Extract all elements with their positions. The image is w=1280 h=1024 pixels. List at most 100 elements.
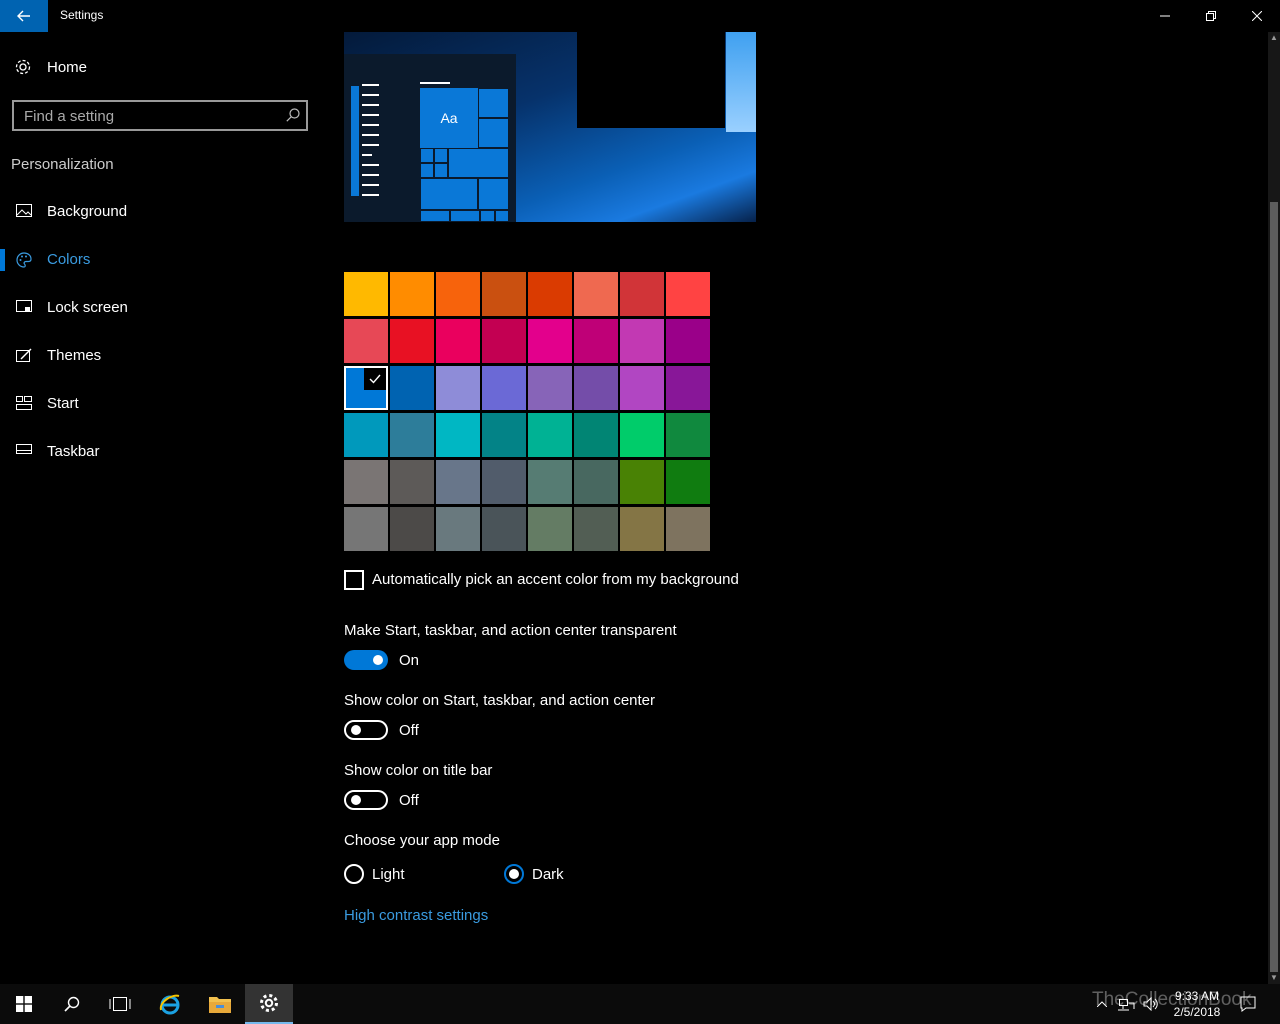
- color-swatch[interactable]: [344, 319, 388, 363]
- color-swatch[interactable]: [620, 413, 664, 457]
- scroll-thumb[interactable]: [1270, 202, 1278, 972]
- color-swatch[interactable]: [482, 319, 526, 363]
- taskbar-search-button[interactable]: [48, 984, 96, 1024]
- color-swatch[interactable]: [482, 272, 526, 316]
- light-mode-radio[interactable]: [344, 864, 364, 884]
- transparency-toggle[interactable]: [344, 650, 388, 670]
- color-swatch[interactable]: [620, 366, 664, 410]
- color-swatch[interactable]: [528, 413, 572, 457]
- app-mode-label: Choose your app mode: [344, 832, 500, 849]
- home-nav[interactable]: Home: [0, 50, 320, 86]
- action-center-button[interactable]: [1236, 984, 1260, 1024]
- preview-window: [577, 32, 725, 128]
- color-swatch[interactable]: [436, 507, 480, 551]
- color-swatch[interactable]: [574, 413, 618, 457]
- dark-mode-radio[interactable]: [504, 864, 524, 884]
- color-swatch[interactable]: [574, 507, 618, 551]
- sidebar-item-colors[interactable]: Colors: [0, 242, 320, 278]
- search-box[interactable]: [12, 100, 308, 131]
- color-swatch[interactable]: [482, 413, 526, 457]
- scroll-up-icon[interactable]: ▲: [1268, 32, 1280, 44]
- scrollbar[interactable]: ▲ ▼: [1268, 32, 1280, 984]
- volume-tray-button[interactable]: [1140, 984, 1162, 1024]
- color-swatch[interactable]: [344, 507, 388, 551]
- auto-pick-checkbox[interactable]: [344, 570, 364, 590]
- color-swatch[interactable]: [528, 272, 572, 316]
- color-swatch[interactable]: [574, 366, 618, 410]
- color-swatch[interactable]: [528, 319, 572, 363]
- show-color-titlebar-state: Off: [399, 792, 419, 809]
- color-swatch[interactable]: [528, 507, 572, 551]
- auto-pick-label: Automatically pick an accent color from …: [372, 571, 739, 588]
- color-swatch[interactable]: [620, 507, 664, 551]
- back-button[interactable]: [0, 0, 48, 32]
- palette-icon: [16, 252, 32, 268]
- taskbar-clock[interactable]: 9:33 AM 2/5/2018: [1162, 988, 1232, 1020]
- active-indicator: [0, 249, 5, 271]
- show-color-start-toggle[interactable]: [344, 720, 388, 740]
- show-hidden-icons-button[interactable]: [1092, 984, 1112, 1024]
- restore-button[interactable]: [1188, 0, 1234, 32]
- minimize-button[interactable]: [1142, 0, 1188, 32]
- color-swatch[interactable]: [482, 507, 526, 551]
- task-view-button[interactable]: [96, 984, 144, 1024]
- transparency-state: On: [399, 652, 420, 669]
- file-explorer-button[interactable]: [196, 984, 244, 1024]
- sidebar-item-lock-screen[interactable]: Lock screen: [0, 290, 320, 326]
- color-swatch[interactable]: [390, 272, 434, 316]
- color-swatch[interactable]: [390, 319, 434, 363]
- color-swatch[interactable]: [666, 507, 710, 551]
- color-swatch[interactable]: [666, 319, 710, 363]
- search-input[interactable]: [24, 106, 274, 126]
- color-swatch[interactable]: [436, 460, 480, 504]
- color-swatch[interactable]: [390, 413, 434, 457]
- internet-explorer-button[interactable]: [146, 984, 194, 1024]
- network-tray-button[interactable]: [1114, 984, 1138, 1024]
- color-swatch[interactable]: [574, 460, 618, 504]
- sidebar-item-themes[interactable]: Themes: [0, 338, 320, 374]
- color-swatch[interactable]: [436, 272, 480, 316]
- color-swatch[interactable]: [620, 272, 664, 316]
- sidebar-item-start[interactable]: Start: [0, 386, 320, 422]
- color-swatch[interactable]: [528, 366, 572, 410]
- color-swatch[interactable]: [666, 460, 710, 504]
- sidebar-item-label: Background: [47, 203, 128, 220]
- color-swatch[interactable]: [482, 460, 526, 504]
- high-contrast-link[interactable]: High contrast settings: [344, 907, 488, 924]
- dark-mode-label: Dark: [532, 866, 564, 883]
- color-swatch[interactable]: [666, 272, 710, 316]
- settings-taskbar-button[interactable]: [245, 984, 293, 1024]
- color-swatch[interactable]: [344, 366, 388, 410]
- color-swatch[interactable]: [344, 460, 388, 504]
- scroll-down-icon[interactable]: ▼: [1268, 972, 1280, 984]
- color-swatch[interactable]: [574, 319, 618, 363]
- image-icon: [16, 204, 32, 217]
- color-swatch[interactable]: [344, 413, 388, 457]
- color-swatch[interactable]: [482, 366, 526, 410]
- show-color-start-label: Show color on Start, taskbar, and action…: [344, 692, 656, 709]
- color-swatch[interactable]: [436, 319, 480, 363]
- color-swatch[interactable]: [390, 460, 434, 504]
- color-swatch[interactable]: [436, 366, 480, 410]
- color-swatch[interactable]: [344, 272, 388, 316]
- show-color-titlebar-toggle[interactable]: [344, 790, 388, 810]
- color-swatch[interactable]: [528, 460, 572, 504]
- light-mode-label: Light: [372, 866, 405, 883]
- color-swatch[interactable]: [390, 366, 434, 410]
- start-icon: [16, 396, 32, 410]
- color-swatch[interactable]: [620, 460, 664, 504]
- color-swatch[interactable]: [390, 507, 434, 551]
- color-swatch[interactable]: [666, 366, 710, 410]
- sidebar-item-label: Start: [47, 395, 79, 412]
- color-swatch[interactable]: [436, 413, 480, 457]
- start-button[interactable]: [0, 984, 48, 1024]
- sidebar-item-taskbar[interactable]: Taskbar: [0, 434, 320, 470]
- color-swatch[interactable]: [620, 319, 664, 363]
- color-swatch[interactable]: [666, 413, 710, 457]
- sidebar-item-label: Colors: [47, 251, 91, 268]
- close-icon: [1252, 11, 1262, 21]
- internet-explorer-icon: [159, 994, 180, 1015]
- close-button[interactable]: [1234, 0, 1280, 32]
- sidebar-item-background[interactable]: Background: [0, 194, 320, 230]
- color-swatch[interactable]: [574, 272, 618, 316]
